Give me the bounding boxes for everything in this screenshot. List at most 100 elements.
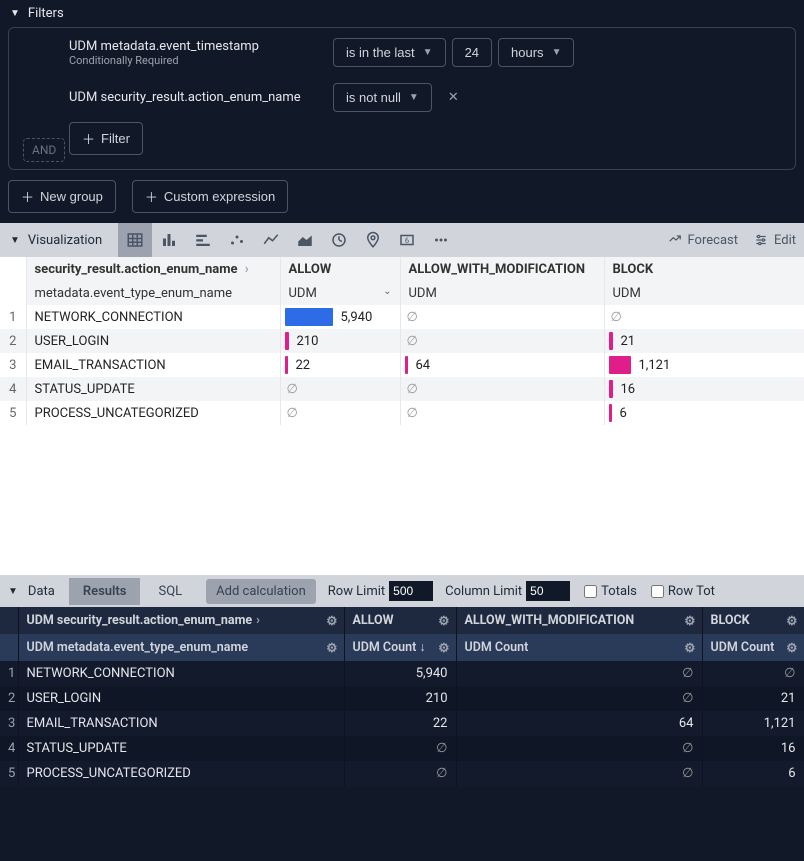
custom-expression-button[interactable]: ＋ Custom expression bbox=[132, 180, 288, 213]
row-dim-header[interactable]: metadata.event_type_enum_name bbox=[26, 281, 280, 305]
data-cell[interactable]: 1,121 bbox=[702, 711, 804, 736]
data-cell[interactable]: 64 bbox=[456, 711, 702, 736]
row-name[interactable]: PROCESS_UNCATEGORIZED bbox=[18, 761, 344, 786]
row-name[interactable]: STATUS_UPDATE bbox=[26, 377, 280, 401]
data-cell[interactable]: ∅ bbox=[456, 661, 702, 686]
gear-icon[interactable]: ⚙ bbox=[438, 640, 449, 656]
dark-pivot-header[interactable]: UDM security_result.action_enum_name› ⚙ bbox=[18, 607, 344, 634]
data-cell[interactable]: 6 bbox=[702, 761, 804, 786]
filter1-unit-select[interactable]: hours ▼ bbox=[498, 38, 574, 67]
row-totals-checkbox[interactable]: Row Tot bbox=[651, 584, 715, 599]
col-allow-mod[interactable]: ALLOW_WITH_MODIFICATION bbox=[400, 257, 604, 281]
and-operator-pill[interactable]: AND bbox=[23, 138, 65, 162]
data-cell[interactable]: 1,121 bbox=[604, 353, 804, 377]
viz-line-icon[interactable] bbox=[254, 223, 288, 257]
visualization-panel-header[interactable]: ▼ Visualization bbox=[0, 227, 112, 254]
data-cell[interactable]: 210 bbox=[344, 686, 456, 711]
row-name[interactable]: USER_LOGIN bbox=[18, 686, 344, 711]
dark-col-block[interactable]: BLOCK⚙ bbox=[702, 607, 804, 634]
totals-checkbox[interactable]: Totals bbox=[584, 584, 637, 599]
data-title[interactable]: Data bbox=[28, 584, 55, 599]
table-row: 5PROCESS_UNCATEGORIZED∅∅6 bbox=[0, 761, 804, 786]
viz-scatter-icon[interactable] bbox=[220, 223, 254, 257]
data-cell[interactable]: ∅ bbox=[702, 661, 804, 686]
tab-sql[interactable]: SQL bbox=[144, 578, 196, 605]
data-cell[interactable]: ∅ bbox=[344, 736, 456, 761]
data-cell[interactable]: 22 bbox=[280, 353, 400, 377]
data-cell[interactable]: 6 bbox=[604, 401, 804, 425]
data-cell[interactable]: 5,940 bbox=[344, 661, 456, 686]
viz-map-icon[interactable] bbox=[356, 223, 390, 257]
filter1-op-select[interactable]: is in the last ▼ bbox=[333, 38, 446, 67]
row-name[interactable]: EMAIL_TRANSACTION bbox=[18, 711, 344, 736]
row-index: 4 bbox=[0, 377, 26, 401]
dark-row-dim-header[interactable]: UDM metadata.event_type_enum_name⚙ bbox=[18, 634, 344, 661]
data-cell[interactable]: ∅ bbox=[344, 761, 456, 786]
data-cell[interactable]: 21 bbox=[604, 329, 804, 353]
filters-panel-header[interactable]: ▼ Filters bbox=[0, 0, 804, 27]
dark-measure-block[interactable]: UDM Count⚙ bbox=[702, 634, 804, 661]
visualization-bar: ▼ Visualization 6 Forecast Edit bbox=[0, 223, 804, 257]
data-cell[interactable]: 64 bbox=[400, 353, 604, 377]
row-name[interactable]: NETWORK_CONNECTION bbox=[18, 661, 344, 686]
col-block[interactable]: BLOCK bbox=[604, 257, 804, 281]
dark-col-allow-mod[interactable]: ALLOW_WITH_MODIFICATION⚙ bbox=[456, 607, 702, 634]
gear-icon[interactable]: ⚙ bbox=[786, 613, 797, 629]
col-limit-input[interactable] bbox=[526, 581, 570, 601]
row-name[interactable]: USER_LOGIN bbox=[26, 329, 280, 353]
viz-table-icon[interactable] bbox=[118, 223, 152, 257]
null-value: ∅ bbox=[287, 382, 298, 397]
row-name[interactable]: EMAIL_TRANSACTION bbox=[26, 353, 280, 377]
measure-allow[interactable]: UDM⌄ bbox=[280, 281, 400, 305]
row-index: 1 bbox=[0, 661, 18, 686]
gear-icon[interactable]: ⚙ bbox=[786, 640, 797, 656]
gear-icon[interactable]: ⚙ bbox=[438, 613, 449, 629]
viz-area-icon[interactable] bbox=[288, 223, 322, 257]
row-index: 2 bbox=[0, 686, 18, 711]
data-cell[interactable]: 16 bbox=[702, 736, 804, 761]
viz-bar-icon[interactable] bbox=[186, 223, 220, 257]
dark-measure-allow[interactable]: UDM Count ↓⚙ bbox=[344, 634, 456, 661]
measure-block[interactable]: UDM bbox=[604, 281, 804, 305]
add-filter-button[interactable]: ＋ Filter bbox=[69, 122, 143, 155]
data-cell[interactable]: 22 bbox=[344, 711, 456, 736]
col-allow[interactable]: ALLOW bbox=[280, 257, 400, 281]
filter1-value-input[interactable]: 24 bbox=[452, 38, 492, 67]
gear-icon[interactable]: ⚙ bbox=[326, 613, 337, 629]
gear-icon[interactable]: ⚙ bbox=[684, 640, 695, 656]
data-cell[interactable]: ∅ bbox=[456, 761, 702, 786]
table-row: 2USER_LOGIN210∅21 bbox=[0, 329, 804, 353]
add-calculation-button[interactable]: Add calculation bbox=[206, 579, 316, 604]
dark-measure-allow-mod[interactable]: UDM Count⚙ bbox=[456, 634, 702, 661]
row-limit-input[interactable] bbox=[389, 581, 433, 601]
data-cell[interactable]: 16 bbox=[604, 377, 804, 401]
new-group-button[interactable]: ＋ New group bbox=[8, 180, 116, 213]
table-row: 4STATUS_UPDATE∅∅16 bbox=[0, 377, 804, 401]
data-cell[interactable]: ∅ bbox=[456, 686, 702, 711]
data-cell[interactable]: 21 bbox=[702, 686, 804, 711]
data-cell[interactable]: ∅ bbox=[456, 736, 702, 761]
table-row: 1NETWORK_CONNECTION5,940∅∅ bbox=[0, 661, 804, 686]
caret-down-icon: ⌄ bbox=[383, 286, 391, 297]
viz-more-icon[interactable] bbox=[424, 223, 458, 257]
gear-icon[interactable]: ⚙ bbox=[326, 640, 337, 656]
forecast-icon bbox=[668, 233, 682, 247]
data-cell[interactable]: 210 bbox=[280, 329, 400, 353]
row-name[interactable]: NETWORK_CONNECTION bbox=[26, 305, 280, 329]
forecast-button[interactable]: Forecast bbox=[668, 233, 738, 248]
dark-col-allow[interactable]: ALLOW⚙ bbox=[344, 607, 456, 634]
gear-icon[interactable]: ⚙ bbox=[684, 613, 695, 629]
row-name[interactable]: STATUS_UPDATE bbox=[18, 736, 344, 761]
filter1-unit-text: hours bbox=[511, 45, 544, 60]
filter2-op-select[interactable]: is not null ▼ bbox=[333, 83, 432, 112]
viz-column-icon[interactable] bbox=[152, 223, 186, 257]
pivot-header[interactable]: security_result.action_enum_name › bbox=[26, 257, 280, 281]
viz-timeline-icon[interactable] bbox=[322, 223, 356, 257]
remove-filter-icon[interactable]: ✕ bbox=[448, 90, 459, 105]
edit-viz-button[interactable]: Edit bbox=[754, 233, 796, 248]
row-name[interactable]: PROCESS_UNCATEGORIZED bbox=[26, 401, 280, 425]
tab-results[interactable]: Results bbox=[69, 578, 141, 605]
data-cell[interactable]: 5,940 bbox=[280, 305, 400, 329]
viz-single-value-icon[interactable]: 6 bbox=[390, 223, 424, 257]
measure-allow-mod[interactable]: UDM bbox=[400, 281, 604, 305]
